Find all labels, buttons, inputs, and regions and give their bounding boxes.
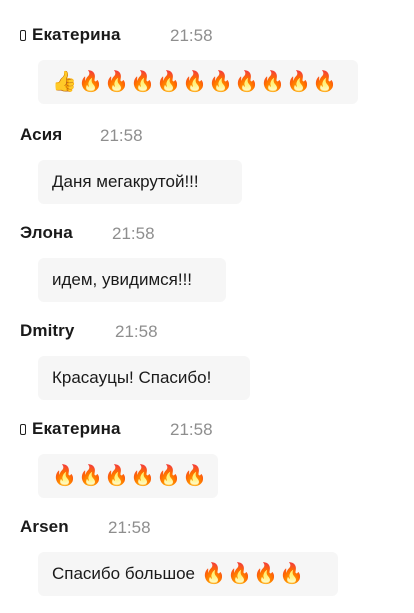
sender-name[interactable]: Элона: [20, 223, 73, 243]
message-bubble[interactable]: Красауцы! Спасибо!: [38, 356, 250, 400]
sender-name[interactable]: Асия: [20, 125, 62, 145]
message-time: 21:58: [170, 26, 213, 45]
message-header: Dmitry: [20, 320, 74, 342]
message-time: 21:58: [170, 420, 213, 439]
message-time: 21:58: [112, 224, 155, 243]
thumbs-up-emoji: 👍: [52, 71, 77, 93]
fire-emoji: 🔥: [52, 465, 77, 487]
phone-icon: [20, 423, 26, 435]
sender-name[interactable]: Arsen: [20, 517, 69, 537]
fire-emoji: 🔥: [78, 465, 103, 487]
message-text: Даня мегакрутой!!!: [52, 172, 199, 191]
message-header: Асия: [20, 124, 62, 146]
sender-name[interactable]: Екатерина: [32, 25, 121, 45]
message-time: 21:58: [115, 322, 158, 341]
message-bubble[interactable]: Даня мегакрутой!!!: [38, 160, 242, 204]
message-bubble[interactable]: Спасибо большое 🔥 🔥 🔥 🔥: [38, 552, 338, 596]
message-bubble[interactable]: 👍 🔥 🔥 🔥 🔥 🔥 🔥 🔥 🔥 🔥 🔥: [38, 60, 358, 104]
message-text: Красауцы! Спасибо!: [52, 368, 212, 387]
fire-emoji: 🔥: [156, 465, 181, 487]
fire-emoji: 🔥: [227, 563, 252, 585]
message-header: Элона: [20, 222, 73, 244]
message-header: Arsen: [20, 516, 69, 538]
message-time: 21:58: [100, 126, 143, 145]
fire-emoji: 🔥: [253, 563, 278, 585]
sender-name[interactable]: Dmitry: [20, 321, 74, 341]
text-with-emoji: Спасибо большое 🔥 🔥 🔥 🔥: [52, 563, 304, 585]
emoji-row: 👍 🔥 🔥 🔥 🔥 🔥 🔥 🔥 🔥 🔥 🔥: [52, 71, 337, 93]
fire-emoji: 🔥: [182, 71, 207, 93]
message-bubble[interactable]: идем, увидимся!!!: [38, 258, 226, 302]
fire-emoji: 🔥: [201, 563, 226, 585]
fire-emoji: 🔥: [286, 71, 311, 93]
message-text: Спасибо большое: [52, 564, 195, 583]
fire-emoji: 🔥: [234, 71, 259, 93]
message-header: Екатерина: [20, 418, 121, 440]
message-bubble[interactable]: 🔥 🔥 🔥 🔥 🔥 🔥: [38, 454, 218, 498]
message-text: идем, увидимся!!!: [52, 270, 193, 289]
fire-emoji: 🔥: [156, 71, 181, 93]
fire-emoji: 🔥: [279, 563, 304, 585]
phone-icon: [20, 29, 26, 41]
fire-emoji: 🔥: [104, 71, 129, 93]
fire-emoji: 🔥: [130, 71, 155, 93]
fire-emoji: 🔥: [182, 465, 207, 487]
fire-emoji: 🔥: [130, 465, 155, 487]
chat-feed: Екатерина 21:58 👍 🔥 🔥 🔥 🔥 🔥 🔥 🔥 🔥 🔥 🔥 Ас…: [0, 0, 414, 613]
sender-name[interactable]: Екатерина: [32, 419, 121, 439]
message-header: Екатерина: [20, 24, 121, 46]
fire-emoji: 🔥: [104, 465, 129, 487]
message-time: 21:58: [108, 518, 151, 537]
emoji-row: 🔥 🔥 🔥 🔥: [201, 563, 304, 585]
fire-emoji: 🔥: [208, 71, 233, 93]
emoji-row: 🔥 🔥 🔥 🔥 🔥 🔥: [52, 465, 207, 487]
fire-emoji: 🔥: [78, 71, 103, 93]
fire-emoji: 🔥: [260, 71, 285, 93]
fire-emoji: 🔥: [312, 71, 337, 93]
